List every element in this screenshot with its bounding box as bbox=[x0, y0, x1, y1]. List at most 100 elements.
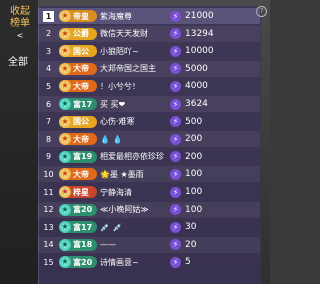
crown-icon: ★ bbox=[59, 10, 71, 22]
ranking-row[interactable]: 9 ★ 富19 相爱最相亦依珍珍 ⚡ 200 bbox=[38, 149, 260, 165]
points-value: 20 bbox=[185, 239, 197, 250]
points-value: 5000 bbox=[185, 63, 208, 74]
lightning-icon: ⚡ bbox=[170, 186, 181, 198]
rank-number: 15 bbox=[43, 257, 54, 267]
user-name[interactable]: ≪小晚阿姑≫ bbox=[100, 204, 164, 215]
user-name[interactable]: —— bbox=[100, 240, 164, 249]
points-value: 100 bbox=[185, 169, 203, 180]
badge-label: 帝皇 bbox=[73, 11, 89, 21]
user-name[interactable]: 💧 💧 bbox=[100, 135, 164, 144]
ranking-row[interactable]: 1 ★ 帝皇 紫海魔尊 ⚡ 21000 bbox=[38, 8, 260, 24]
level-badge: ★ 富17 bbox=[59, 98, 97, 110]
ranking-row[interactable]: 11 ★ 梓星 宁静海清 ⚡ 100 bbox=[38, 184, 260, 200]
crown-icon: ★ bbox=[59, 115, 71, 128]
badge-label: 大帝 bbox=[73, 169, 89, 179]
ranking-label: 榜单 bbox=[10, 18, 30, 29]
points-value: 500 bbox=[185, 116, 203, 127]
lightning-icon: ⚡ bbox=[170, 221, 181, 233]
lightning-icon: ⚡ bbox=[170, 10, 181, 22]
rank-number: 9 bbox=[45, 152, 52, 162]
crown-icon: ★ bbox=[59, 80, 71, 93]
user-name[interactable]: 诗情画意~ bbox=[100, 257, 164, 268]
ranking-row[interactable]: 2 ★ 公爵 微信天天发财 ⚡ 13294 bbox=[38, 25, 260, 42]
lightning-icon: ⚡ bbox=[170, 63, 181, 75]
crown-icon: ★ bbox=[59, 186, 71, 198]
user-name[interactable]: 宁静海清 bbox=[100, 187, 164, 198]
ranking-sidebar: 收起 榜单 < 全部 bbox=[0, 0, 38, 284]
level-badge: ★ 梓星 bbox=[59, 186, 97, 198]
badge-label: 富17 bbox=[73, 222, 93, 232]
level-badge: ★ 富17 bbox=[59, 221, 97, 234]
rank-number: 12 bbox=[43, 205, 54, 215]
user-name[interactable]: 🌟墨 ★墨雨 bbox=[100, 169, 164, 180]
ranking-row[interactable]: 10 ★ 大帝 🌟墨 ★墨雨 ⚡ 100 bbox=[38, 166, 260, 183]
ranking-row[interactable]: 15 ★ 富20 诗情画意~ ⚡ 5 bbox=[38, 254, 260, 270]
level-badge: ★ 富19 bbox=[59, 150, 97, 163]
ranking-row[interactable]: 4 ★ 大帝 大邦帝国之国主 ⚡ 5000 bbox=[38, 60, 260, 77]
crown-icon: ★ bbox=[59, 238, 71, 251]
badge-label: 国公 bbox=[73, 46, 89, 56]
user-name[interactable]: 小狼陌吖~ bbox=[100, 46, 164, 57]
user-name[interactable]: 心伤·难寒 bbox=[100, 116, 164, 127]
rank-number: 14 bbox=[43, 240, 54, 250]
collapse-label: 收起 bbox=[10, 6, 30, 17]
badge-label: 富20 bbox=[73, 257, 93, 267]
points-value: 3624 bbox=[185, 99, 208, 109]
crown-icon: ★ bbox=[59, 62, 71, 75]
lightning-icon: ⚡ bbox=[170, 151, 181, 163]
lightning-icon: ⚡ bbox=[170, 239, 181, 251]
ranking-row[interactable]: 3 ★ 国公 小狼陌吖~ ⚡ 10000 bbox=[38, 43, 260, 59]
points-value: 10000 bbox=[185, 46, 214, 57]
user-name[interactable]: 💉 💉 bbox=[100, 223, 164, 232]
user-name[interactable]: 相爱最相亦依珍珍 bbox=[100, 151, 164, 162]
user-name[interactable]: 紫海魔尊 bbox=[100, 11, 164, 22]
lightning-icon: ⚡ bbox=[170, 28, 181, 40]
ranking-row[interactable]: 12 ★ 富20 ≪小晚阿姑≫ ⚡ 100 bbox=[38, 201, 260, 218]
ranking-row[interactable]: 7 ★ 国公 心伤·难寒 ⚡ 500 bbox=[38, 114, 260, 130]
lightning-icon: ⚡ bbox=[170, 80, 181, 92]
level-badge: ★ 大帝 bbox=[59, 133, 97, 146]
rank-number: 6 bbox=[45, 99, 52, 109]
user-name[interactable]: 买 买❤ bbox=[100, 99, 164, 110]
level-badge: ★ 富20 bbox=[59, 256, 97, 269]
user-name[interactable]: 微信天天发财 bbox=[100, 28, 164, 39]
filter-all-tab[interactable]: 全部 bbox=[8, 53, 28, 68]
badge-label: 大帝 bbox=[73, 81, 89, 91]
level-badge: ★ 国公 bbox=[59, 115, 97, 128]
lightning-icon: ⚡ bbox=[170, 256, 181, 268]
crown-icon: ★ bbox=[59, 256, 71, 269]
rank-number: 8 bbox=[45, 134, 52, 144]
ranking-row[interactable]: 13 ★ 富17 💉 💉 ⚡ 30 bbox=[38, 219, 260, 235]
ranking-row[interactable]: 8 ★ 大帝 💧 💧 ⚡ 200 bbox=[38, 131, 260, 148]
points-value: 200 bbox=[185, 134, 203, 145]
badge-label: 富19 bbox=[73, 152, 93, 162]
badge-label: 富17 bbox=[73, 99, 93, 109]
crown-icon: ★ bbox=[59, 221, 71, 234]
user-name[interactable]: 大邦帝国之国主 bbox=[100, 63, 164, 74]
lightning-icon: ⚡ bbox=[170, 133, 181, 145]
badge-label: 公爵 bbox=[73, 29, 89, 39]
level-badge: ★ 大帝 bbox=[59, 62, 97, 75]
badge-label: 大帝 bbox=[73, 134, 89, 144]
points-value: 30 bbox=[185, 222, 197, 233]
chevron-left-icon: < bbox=[16, 31, 24, 40]
points-value: 4000 bbox=[185, 81, 208, 92]
badge-label: 富20 bbox=[73, 205, 93, 215]
lightning-icon: ⚡ bbox=[170, 204, 181, 216]
ranking-row[interactable]: 14 ★ 富18 —— ⚡ 20 bbox=[38, 236, 260, 253]
lightning-icon: ⚡ bbox=[170, 45, 181, 57]
level-badge: ★ 大帝 bbox=[59, 80, 97, 93]
crown-icon: ★ bbox=[59, 168, 71, 181]
crown-icon: ★ bbox=[59, 133, 71, 146]
collapse-ranking-tab[interactable]: 收起 榜单 < bbox=[4, 6, 36, 42]
crown-icon: ★ bbox=[59, 150, 71, 163]
rank-number: 13 bbox=[43, 222, 54, 232]
points-value: 200 bbox=[185, 151, 203, 162]
level-badge: ★ 国公 bbox=[59, 45, 97, 58]
ranking-row[interactable]: 5 ★ 大帝 ！小兮兮！ ⚡ 4000 bbox=[38, 78, 260, 94]
level-badge: ★ 富20 bbox=[59, 203, 97, 216]
crown-icon: ★ bbox=[59, 27, 71, 40]
crown-icon: ★ bbox=[59, 98, 71, 110]
user-name[interactable]: ！小兮兮！ bbox=[100, 81, 164, 92]
ranking-row[interactable]: 6 ★ 富17 买 买❤ ⚡ 3624 bbox=[38, 96, 260, 112]
